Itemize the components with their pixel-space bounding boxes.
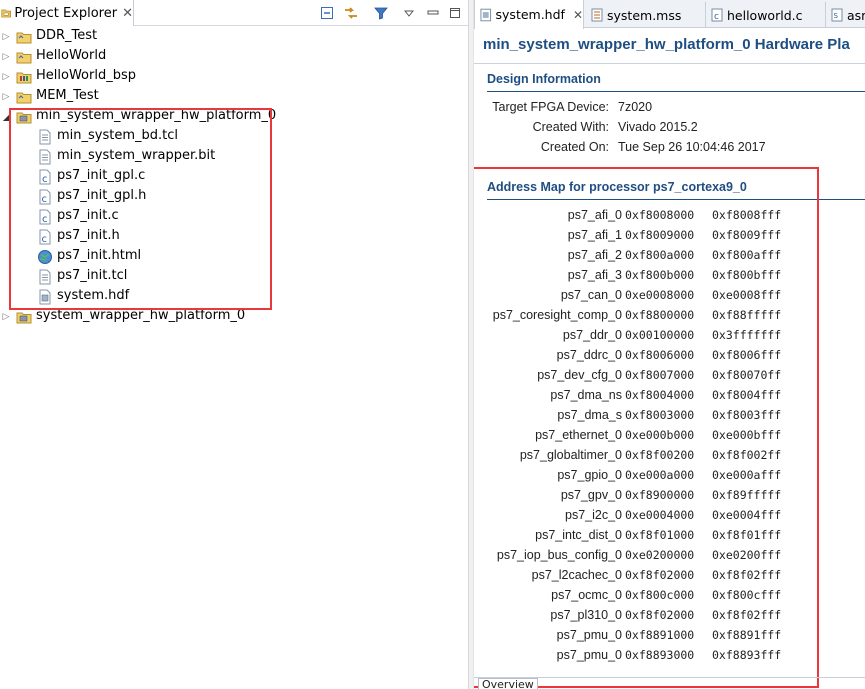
close-icon[interactable]: ✕: [573, 8, 583, 22]
field-value: Vivado 2015.2: [618, 120, 698, 134]
tab-system-mss[interactable]: system.mss: [586, 2, 706, 28]
collapsed-arrow-icon[interactable]: ▷: [1, 51, 11, 63]
bsp-project-icon: [16, 69, 32, 85]
field-label: Created With:: [532, 120, 609, 134]
tab-label: helloworld.c: [727, 7, 803, 23]
project-explorer-pane: Project Explorer ✕ ▷ DDR_Test ▷ HelloWorld ▷…: [0, 0, 468, 689]
tab-overview[interactable]: Overview: [478, 678, 538, 689]
tab-label: system.hdf: [495, 7, 565, 22]
tree-item-label: MEM_Test: [36, 88, 99, 103]
tree-item[interactable]: ▷ HelloWorld_bsp: [0, 67, 468, 87]
field-value: 7z020: [618, 100, 653, 114]
hw-platform-icon: [16, 309, 32, 325]
tree-item-label: DDR_Test: [36, 28, 98, 43]
tab-asm[interactable]: S asm: [826, 2, 865, 28]
field-value: Tue Sep 26 10:04:46 2017: [618, 140, 766, 154]
file-asm-icon: S: [831, 8, 843, 22]
tab-label: asm: [847, 7, 865, 23]
highlight-box: [9, 108, 272, 310]
tree-item[interactable]: ▷ DDR_Test: [0, 27, 468, 47]
collapse-all-icon[interactable]: [318, 4, 336, 22]
link-with-editor-icon[interactable]: [342, 4, 360, 22]
field-label: Target FPGA Device:: [492, 100, 609, 114]
collapsed-arrow-icon[interactable]: ▷: [1, 71, 11, 83]
tree-item[interactable]: ▷ HelloWorld: [0, 47, 468, 67]
collapsed-arrow-icon[interactable]: ▷: [1, 91, 11, 103]
tree-item-label: system_wrapper_hw_platform_0: [36, 308, 246, 323]
divider: [474, 63, 865, 64]
tab-label: system.mss: [607, 7, 682, 23]
tree-item[interactable]: ▷ system_wrapper_hw_platform_0: [0, 307, 468, 327]
hdf-editor-pane: system.hdf ✕ system.mss c helloworld.c S…: [474, 0, 865, 689]
minimize-icon[interactable]: [424, 4, 442, 22]
file-mss-icon: [591, 8, 603, 22]
field-label: Created On:: [540, 140, 609, 154]
close-icon[interactable]: ✕: [122, 6, 133, 21]
filter-icon[interactable]: [372, 4, 390, 22]
tree-item[interactable]: ▷ MEM_Test: [0, 87, 468, 107]
tree-item-label: HelloWorld_bsp: [36, 68, 136, 83]
design-information-heading: Design Information: [487, 72, 601, 86]
folder-project-icon: [16, 29, 32, 45]
file-hdf-icon: [480, 8, 492, 21]
project-explorer-icon: [1, 9, 11, 18]
folder-project-icon: [16, 89, 32, 105]
explorer-tab-bar: Project Explorer ✕: [0, 0, 468, 26]
tab-project-explorer[interactable]: Project Explorer ✕: [0, 0, 134, 26]
collapsed-arrow-icon[interactable]: ▷: [1, 311, 11, 323]
page-title: min_system_wrapper_hw_platform_0 Hardwar…: [483, 36, 850, 53]
tab-project-explorer-label: Project Explorer: [14, 5, 118, 21]
folder-project-icon: [16, 49, 32, 65]
file-c-icon: c: [711, 8, 723, 22]
editor-tab-bar: system.hdf ✕ system.mss c helloworld.c S…: [474, 0, 865, 29]
svg-text:S: S: [834, 12, 839, 20]
collapsed-arrow-icon[interactable]: ▷: [1, 31, 11, 43]
view-menu-icon[interactable]: [400, 4, 418, 22]
maximize-icon[interactable]: [446, 4, 464, 22]
tree-item-label: HelloWorld: [36, 48, 107, 63]
highlight-box: [474, 167, 819, 688]
divider: [487, 91, 865, 92]
svg-text:c: c: [714, 12, 719, 22]
tab-system-hdf[interactable]: system.hdf ✕: [474, 0, 584, 29]
tab-helloworld-c[interactable]: c helloworld.c: [706, 2, 826, 28]
